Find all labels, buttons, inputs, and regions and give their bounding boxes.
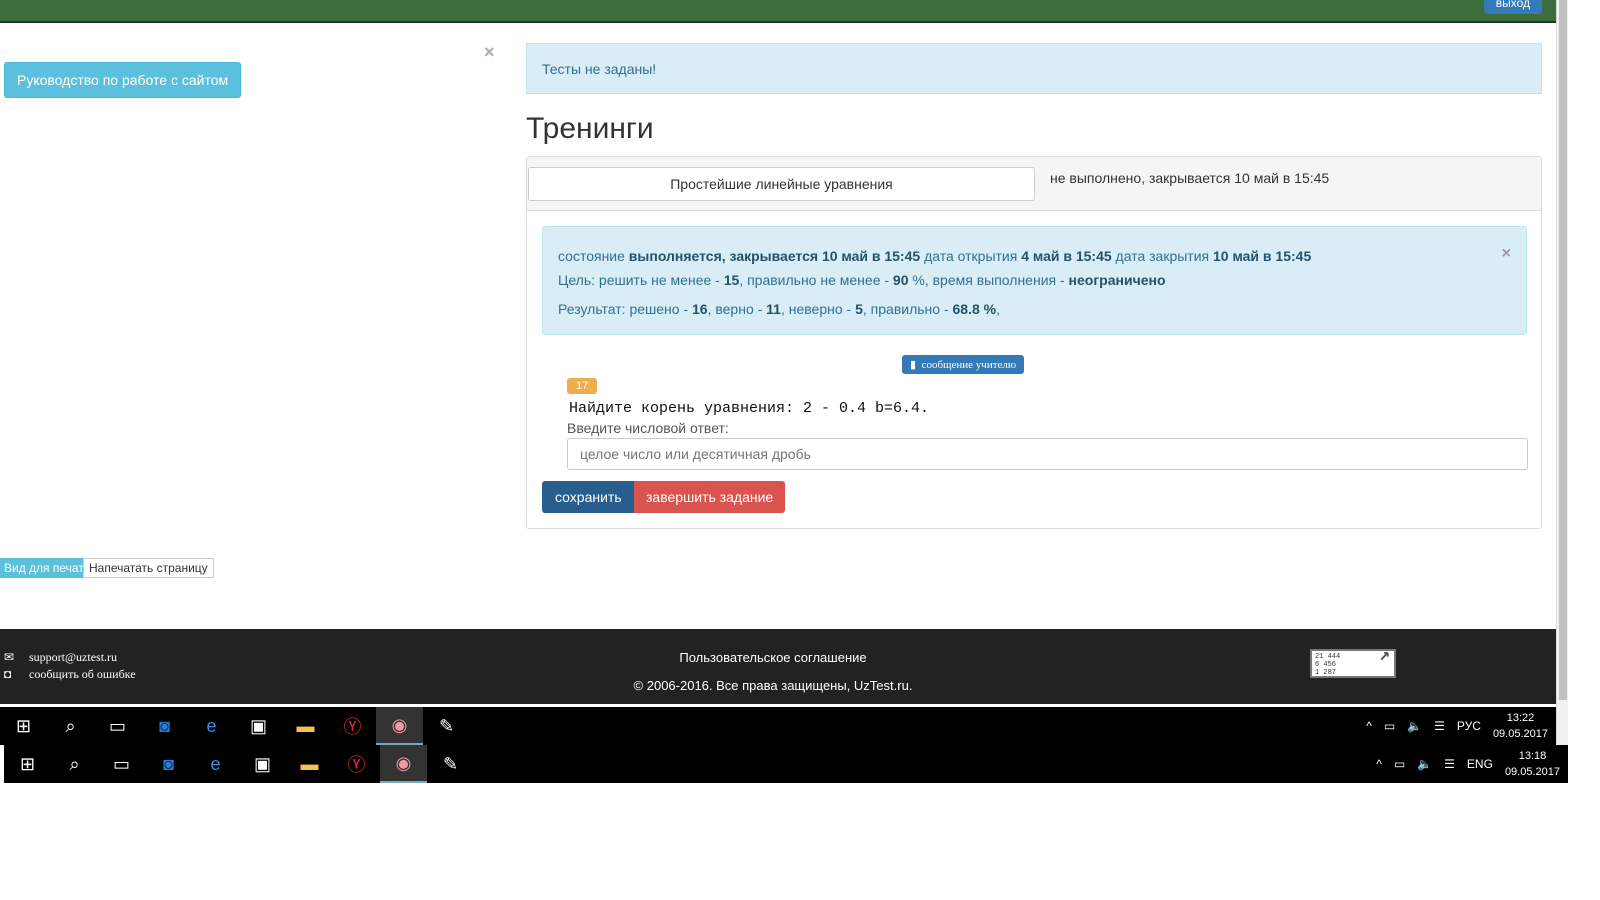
- outlook-icon[interactable]: ◙: [141, 707, 188, 745]
- network-icon[interactable]: ▭: [1394, 757, 1405, 771]
- print-page-button[interactable]: Напечатать страницу: [83, 558, 214, 578]
- footer: ✉ support@uztest.ru ◘ сообщить об ошибке П…: [0, 629, 1556, 704]
- yandex-icon[interactable]: Ⓨ: [329, 707, 376, 745]
- date: 09.05.2017: [1492, 728, 1548, 740]
- file-explorer-icon[interactable]: ▬: [282, 707, 329, 745]
- taskbar: ⊞ ⌕ ▭ ◙ e ▣ ▬ Ⓨ ◉ ✎ ^ ▭ 🔈 ☰ РУС 13:22 09.05.…: [0, 707, 1556, 745]
- windows-start-icon[interactable]: ⊞: [4, 745, 51, 783]
- goal-correct: 90: [892, 272, 909, 288]
- edge-icon[interactable]: e: [188, 707, 235, 745]
- store-icon[interactable]: ▣: [239, 745, 286, 783]
- wrong-label: , неверно -: [780, 301, 852, 317]
- chrome-icon[interactable]: ◉: [376, 707, 423, 745]
- message-teacher-button[interactable]: ▮ сообщение учителю: [902, 355, 1025, 374]
- open-label: дата открытия: [924, 248, 1018, 264]
- chrome-icon[interactable]: ◉: [380, 745, 427, 783]
- goal-time: неограничено: [1068, 272, 1166, 288]
- answer-label: Введите числовой ответ:: [567, 420, 729, 436]
- scrollbar[interactable]: [1556, 0, 1568, 745]
- top-navbar: выход: [0, 0, 1556, 23]
- search-icon[interactable]: ⌕: [47, 707, 94, 745]
- language-indicator[interactable]: РУС: [1457, 719, 1481, 733]
- arrow-icon: ↗: [1379, 646, 1390, 666]
- taskbar: ⊞ ⌕ ▭ ◙ e ▣ ▬ Ⓨ ◉ ✎ ^ ▭ 🔈 ☰ ENG 13:18 09.05.…: [4, 745, 1568, 783]
- task-view-icon[interactable]: ▭: [94, 707, 141, 745]
- goal-correct-label: , правильно не менее -: [739, 272, 890, 288]
- close-icon[interactable]: ×: [1502, 242, 1511, 266]
- training-panel: Простейшие линейные уравнения не выполне…: [526, 156, 1542, 529]
- goal-label: Цель: решить не менее -: [558, 272, 720, 288]
- clock[interactable]: 13:18 09.05.2017: [1505, 748, 1560, 780]
- close-label: дата закрытия: [1115, 248, 1210, 264]
- state-label: состояние: [558, 248, 625, 264]
- logout-button[interactable]: выход: [1483, 0, 1542, 14]
- volume-icon[interactable]: 🔈: [1417, 757, 1432, 771]
- right-label: , верно -: [707, 301, 763, 317]
- message-teacher-label: сообщение учителю: [921, 359, 1017, 371]
- open-date: 4 май в 15:45: [1021, 248, 1112, 264]
- time: 13:22: [1506, 712, 1535, 724]
- time: 13:18: [1518, 750, 1547, 762]
- answer-input[interactable]: [567, 438, 1528, 470]
- solved-count: 16: [692, 301, 708, 317]
- scrollbar-thumb[interactable]: [1559, 0, 1567, 700]
- store-icon[interactable]: ▣: [235, 707, 282, 745]
- wrong-count: 5: [855, 301, 863, 317]
- training-header: Простейшие линейные уравнения не выполне…: [527, 157, 1541, 211]
- search-icon[interactable]: ⌕: [51, 745, 98, 783]
- notification-icon[interactable]: ☰: [1434, 719, 1445, 733]
- clock[interactable]: 13:22 09.05.2017: [1493, 710, 1548, 742]
- result-label: Результат: решено -: [558, 301, 689, 317]
- paint-icon[interactable]: ✎: [423, 707, 470, 745]
- edge-icon[interactable]: e: [192, 745, 239, 783]
- training-title-button[interactable]: Простейшие линейные уравнения: [528, 167, 1035, 201]
- finish-task-button[interactable]: завершить задание: [634, 481, 786, 513]
- notification-icon[interactable]: ☰: [1444, 757, 1455, 771]
- training-info-alert: × состояние выполняется, закрывается 10 …: [542, 226, 1527, 335]
- right-count: 11: [766, 301, 781, 317]
- goal-solve: 15: [723, 272, 740, 288]
- network-icon[interactable]: ▭: [1384, 719, 1395, 733]
- task-text: Найдите корень уравнения: 2 - 0.4 b=6.4.: [569, 400, 930, 417]
- pct-value: 68.8 %: [952, 301, 997, 317]
- goal-time-label: %, время выполнения -: [912, 272, 1065, 288]
- counter-line: 1 287: [1315, 669, 1337, 677]
- site-guide-button[interactable]: Руководство по работе с сайтом: [4, 62, 242, 98]
- comment-icon: ▮: [910, 359, 917, 371]
- copyright: © 2006-2016. Все права защищены, UzTest.…: [633, 678, 913, 693]
- close-date: 10 май в 15:45: [1213, 248, 1312, 264]
- task-number-badge: 17: [567, 378, 598, 394]
- task-view-icon[interactable]: ▭: [98, 745, 145, 783]
- page-title: Тренинги: [526, 112, 654, 145]
- state-value: выполняется, закрывается 10 май в 15:45: [628, 248, 921, 264]
- yandex-icon[interactable]: Ⓨ: [333, 745, 380, 783]
- close-icon[interactable]: ×: [484, 42, 495, 63]
- chevron-up-icon[interactable]: ^: [1366, 719, 1372, 733]
- pct-label: , правильно -: [862, 301, 949, 317]
- visit-counter[interactable]: 21 444 6 456 1 287 ↗: [1310, 646, 1396, 678]
- save-button[interactable]: сохранить: [542, 481, 635, 513]
- language-indicator[interactable]: ENG: [1467, 757, 1493, 771]
- no-tests-alert: Тесты не заданы!: [526, 43, 1542, 94]
- date: 09.05.2017: [1504, 766, 1560, 778]
- outlook-icon[interactable]: ◙: [145, 745, 192, 783]
- file-explorer-icon[interactable]: ▬: [286, 745, 333, 783]
- volume-icon[interactable]: 🔈: [1407, 719, 1422, 733]
- paint-icon[interactable]: ✎: [427, 745, 474, 783]
- training-status: не выполнено, закрывается 10 май в 15:45: [1050, 170, 1330, 186]
- print-view-button[interactable]: Вид для печати: [0, 558, 95, 578]
- chevron-up-icon[interactable]: ^: [1376, 757, 1382, 771]
- windows-start-icon[interactable]: ⊞: [0, 707, 47, 745]
